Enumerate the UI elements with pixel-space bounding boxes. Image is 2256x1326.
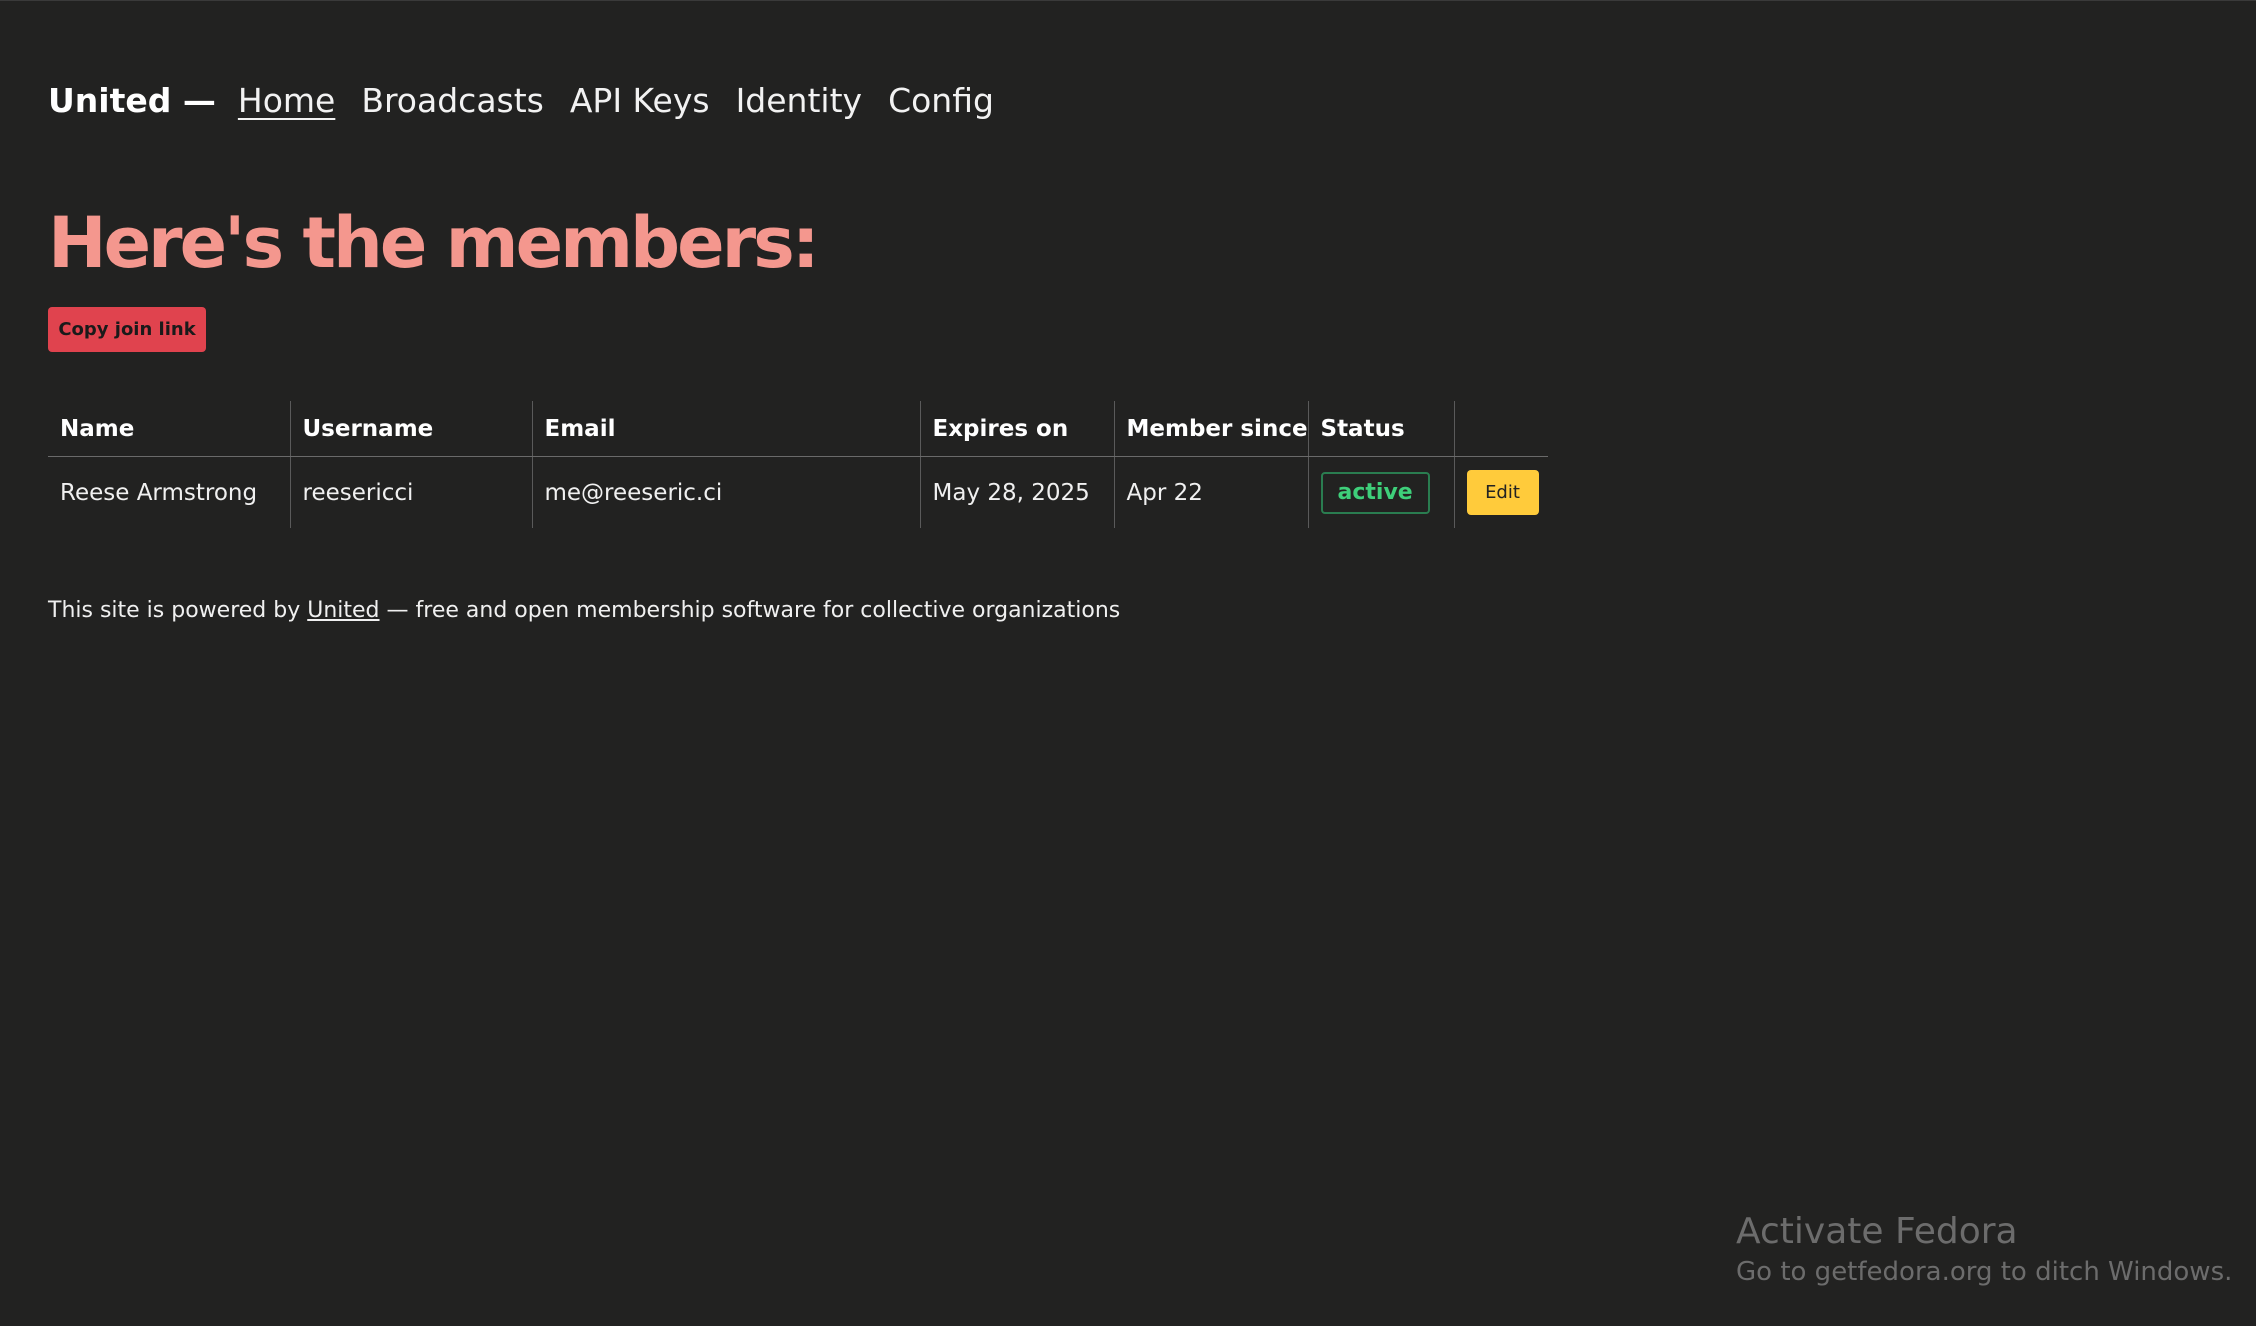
status-badge: active	[1320, 471, 1430, 514]
cell-member-since: Apr 22	[1114, 456, 1309, 528]
cell-actions: Edit	[1454, 457, 1548, 529]
main-nav: United — Home Broadcasts API Keys Identi…	[48, 76, 1020, 124]
table-row: Reese Armstrong reesericci me@reeseric.c…	[48, 456, 1548, 529]
cell-email: me@reeseric.ci	[532, 456, 921, 528]
cell-expires-on: May 28, 2025	[920, 456, 1115, 528]
watermark-title: Activate Fedora	[1736, 1211, 2018, 1252]
site-footer: This site is powered by United — free an…	[48, 598, 1120, 623]
footer-suffix: — free and open membership software for …	[379, 598, 1121, 623]
cell-status: active	[1308, 456, 1455, 528]
cell-name: Reese Armstrong	[48, 456, 291, 528]
edit-member-button[interactable]: Edit	[1466, 470, 1539, 515]
column-header-username: Username	[290, 401, 533, 457]
column-header-email: Email	[532, 401, 921, 457]
column-header-member-since: Member since	[1114, 401, 1309, 457]
nav-link-home[interactable]: Home	[238, 81, 335, 120]
page-title: Here's the members:	[48, 202, 820, 284]
footer-prefix: This site is powered by	[48, 598, 308, 623]
top-border	[0, 0, 2256, 1]
nav-link-config[interactable]: Config	[888, 81, 994, 120]
copy-join-link-button[interactable]: Copy join link	[48, 307, 206, 352]
table-header-row: Name Username Email Expires on Member si…	[48, 401, 1548, 457]
nav-link-identity[interactable]: Identity	[736, 81, 862, 120]
cell-username: reesericci	[290, 456, 533, 528]
nav-link-broadcasts[interactable]: Broadcasts	[361, 81, 544, 120]
column-header-status: Status	[1308, 401, 1455, 457]
column-header-name: Name	[48, 401, 291, 457]
site-brand: United —	[48, 80, 216, 120]
watermark-subtitle: Go to getfedora.org to ditch Windows.	[1736, 1257, 2233, 1287]
footer-united-link[interactable]: United	[307, 598, 379, 623]
members-table: Name Username Email Expires on Member si…	[48, 401, 1548, 528]
activation-watermark: Activate Fedora Go to getfedora.org to d…	[1736, 1210, 2232, 1290]
column-header-actions	[1454, 401, 1548, 457]
column-header-expires-on: Expires on	[920, 401, 1115, 457]
nav-link-api-keys[interactable]: API Keys	[570, 81, 710, 120]
